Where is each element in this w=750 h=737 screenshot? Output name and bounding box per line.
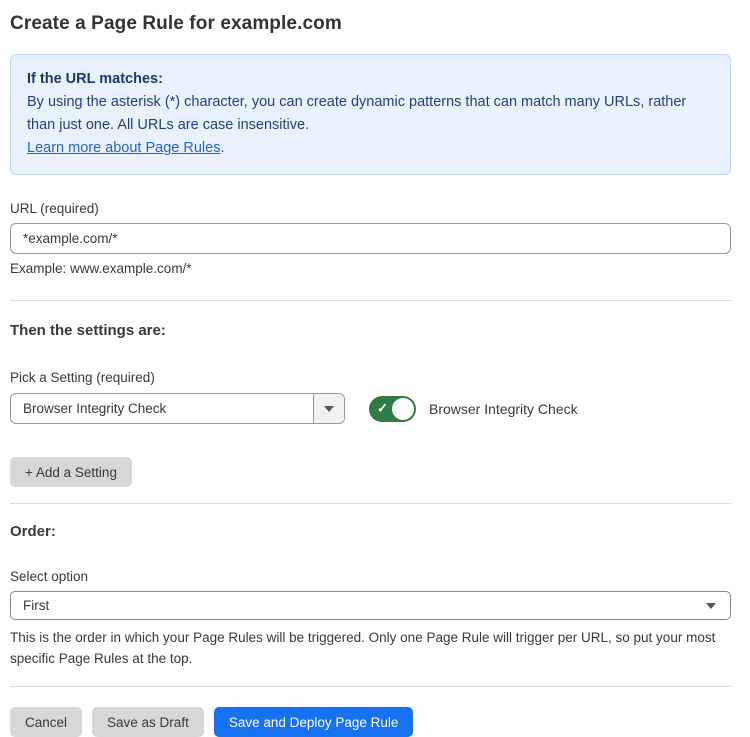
chevron-down-icon [324, 406, 334, 412]
save-as-draft-button[interactable]: Save as Draft [92, 707, 204, 737]
link-period: . [220, 140, 224, 156]
check-icon: ✓ [377, 400, 388, 416]
order-select[interactable]: First [10, 591, 731, 620]
order-section-heading: Order: [10, 523, 731, 540]
learn-more-link[interactable]: Learn more about Page Rules [27, 140, 220, 156]
add-setting-button[interactable]: + Add a Setting [10, 457, 132, 487]
setting-picker-label: Pick a Setting (required) [10, 370, 731, 385]
toggle-knob [392, 398, 414, 420]
info-box-body: By using the asterisk (*) character, you… [27, 91, 714, 137]
divider-footer [10, 686, 731, 687]
chevron-down-icon [706, 603, 716, 609]
toggle-setting-label: Browser Integrity Check [429, 401, 578, 417]
url-field-label: URL (required) [10, 201, 731, 216]
setting-picker-arrow-button[interactable] [313, 394, 344, 423]
divider-settings-order [10, 503, 731, 504]
setting-row: Browser Integrity Check ✓ Browser Integr… [10, 393, 731, 424]
order-select-value: First [23, 598, 49, 613]
url-match-info-box: If the URL matches: By using the asteris… [10, 54, 731, 175]
setting-picker-value: Browser Integrity Check [11, 394, 313, 423]
footer-actions: Cancel Save as Draft Save and Deploy Pag… [10, 707, 731, 737]
order-select-label: Select option [10, 569, 731, 584]
settings-section-heading: Then the settings are: [10, 322, 731, 339]
url-input[interactable] [10, 223, 731, 254]
info-box-link-line: Learn more about Page Rules. [27, 137, 714, 160]
setting-picker-dropdown[interactable]: Browser Integrity Check [10, 393, 345, 424]
browser-integrity-toggle[interactable]: ✓ [369, 396, 416, 422]
save-and-deploy-button[interactable]: Save and Deploy Page Rule [214, 707, 414, 737]
info-box-heading: If the URL matches: [27, 68, 714, 91]
divider-url-settings [10, 300, 731, 301]
cancel-button[interactable]: Cancel [10, 707, 82, 737]
page-rule-form: Create a Page Rule for example.com If th… [10, 0, 731, 737]
order-description: This is the order in which your Page Rul… [10, 627, 725, 669]
page-title: Create a Page Rule for example.com [10, 13, 731, 35]
url-example-helper: Example: www.example.com/* [10, 261, 731, 276]
